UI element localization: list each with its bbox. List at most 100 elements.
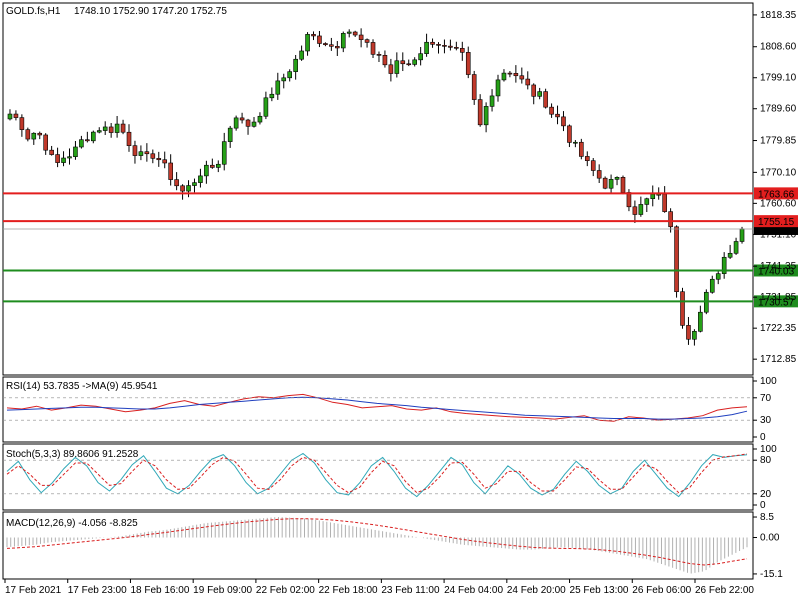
price-tick-label: 1779.85	[760, 136, 797, 147]
candle-body	[495, 79, 501, 97]
axis-tick-label: 20	[760, 489, 772, 500]
candle-body	[364, 39, 370, 43]
candle-body	[192, 182, 197, 186]
candle-body	[692, 330, 697, 340]
candle-body	[709, 278, 715, 293]
candle-body	[525, 78, 531, 86]
candle-body	[394, 60, 400, 74]
candle-body	[602, 177, 608, 189]
rsi-title: RSI(14) 53.7835 ->MA(9) 45.9541	[6, 381, 158, 392]
candle-body	[138, 151, 144, 156]
candle-body	[727, 252, 733, 258]
candle-body	[31, 132, 37, 140]
candle-body	[596, 170, 602, 179]
candle-body	[370, 42, 376, 55]
candle-body	[37, 132, 43, 136]
candle-body	[590, 160, 596, 171]
candle-body	[7, 113, 13, 120]
candle-body	[662, 193, 667, 212]
price-tick-label: 1722.35	[760, 323, 797, 334]
candle-body	[501, 72, 507, 81]
price-tick-label: 1751.10	[760, 229, 797, 240]
candle-body	[358, 34, 364, 40]
candle-body	[549, 106, 554, 115]
candle-body	[632, 206, 638, 215]
candle-body	[459, 48, 465, 53]
candle-body	[269, 93, 275, 99]
candle-body	[620, 177, 626, 193]
candle-body	[227, 127, 233, 142]
axis-tick-label: 80	[760, 455, 772, 466]
candle-body	[233, 117, 239, 129]
candle-body	[85, 139, 90, 142]
candle-body	[186, 185, 191, 192]
candle-body	[626, 192, 632, 208]
time-tick-label: 25 Feb 13:00	[570, 585, 629, 596]
candle-body	[317, 35, 322, 44]
candle-body	[79, 139, 84, 148]
price-tick-label: 1731.85	[760, 292, 797, 303]
candle-body	[293, 58, 298, 72]
axis-tick-label: -15.1	[760, 569, 783, 580]
candle-body	[19, 117, 25, 130]
rsi-panel[interactable]: 100 70 30 0 RSI(14) 53.7835 ->MA(9) 45.9541	[2, 376, 777, 443]
candle-body	[251, 121, 257, 127]
time-tick-label: 24 Feb 20:00	[507, 585, 566, 596]
axis-tick-label: 70	[760, 393, 772, 404]
candle-body	[424, 41, 429, 54]
candle-body	[120, 123, 126, 133]
candle-body	[25, 129, 31, 140]
stochastic-title: Stoch(5,3,3) 89.8606 91.2528	[6, 449, 139, 460]
candle-body	[144, 151, 150, 155]
candle-body	[442, 45, 447, 47]
candle-body	[346, 31, 352, 34]
time-tick-label: 18 Feb 16:00	[130, 585, 189, 596]
time-tick-label: 23 Feb 11:00	[381, 585, 440, 596]
candle-body	[561, 116, 566, 127]
candle-body	[150, 153, 156, 159]
candle-body	[61, 157, 66, 163]
candle-body	[257, 115, 263, 123]
price-tick-label: 1799.10	[760, 73, 797, 84]
macd-panel[interactable]: 8.5 0.00 -15.1 MACD(12,26,9) -4.056 -8.825	[2, 511, 783, 580]
price-tick-label: 1808.60	[760, 42, 797, 53]
candle-body	[382, 54, 388, 66]
price-panel[interactable]: 1752.751763.661755.151740.031730.57 1818…	[2, 2, 798, 376]
time-tick-label: 19 Feb 09:00	[193, 585, 252, 596]
candle-body	[448, 45, 453, 48]
candle-body	[287, 71, 293, 79]
candle-body	[352, 31, 358, 36]
candle-body	[204, 164, 209, 177]
candle-body	[210, 164, 215, 168]
candle-body	[221, 141, 227, 165]
candle-body	[406, 63, 412, 66]
candle-body	[73, 146, 78, 158]
stochastic-panel[interactable]: 10080 200 Stoch(5,3,3) 89.8606 91.2528	[2, 443, 777, 511]
candle-body	[733, 241, 739, 254]
candle-body	[579, 141, 584, 157]
candle-body	[638, 204, 644, 215]
candle-body	[90, 131, 96, 142]
candle-body	[96, 130, 102, 133]
candle-body	[305, 34, 310, 52]
candle-body	[43, 134, 48, 151]
time-tick-label: 26 Feb 22:00	[695, 585, 754, 596]
candle-body	[454, 47, 459, 49]
candle-body	[644, 198, 650, 205]
candle-body	[430, 41, 435, 45]
rsi-axis: 100 70 30 0	[753, 376, 777, 443]
candle-body	[311, 34, 316, 37]
time-tick-label: 26 Feb 06:00	[632, 585, 691, 596]
candle-body	[531, 84, 537, 97]
ohlc-label: 1748.10 1752.90 1747.20 1752.75	[74, 6, 227, 17]
time-tick-label: 24 Feb 04:00	[444, 585, 503, 596]
candle-body	[477, 99, 483, 126]
candle-body	[245, 119, 251, 127]
candle-body	[329, 44, 334, 47]
chart-canvas: 1752.751763.661755.151740.031730.57 1818…	[2, 2, 798, 596]
resistance-price-label: 1755.15	[758, 217, 795, 228]
candle-body	[715, 273, 721, 280]
trading-chart: 1752.75 1763.66 1755.15 1740.03 1730.57 1818…	[0, 0, 800, 600]
candle-body	[739, 228, 745, 242]
candle-body	[263, 97, 269, 117]
